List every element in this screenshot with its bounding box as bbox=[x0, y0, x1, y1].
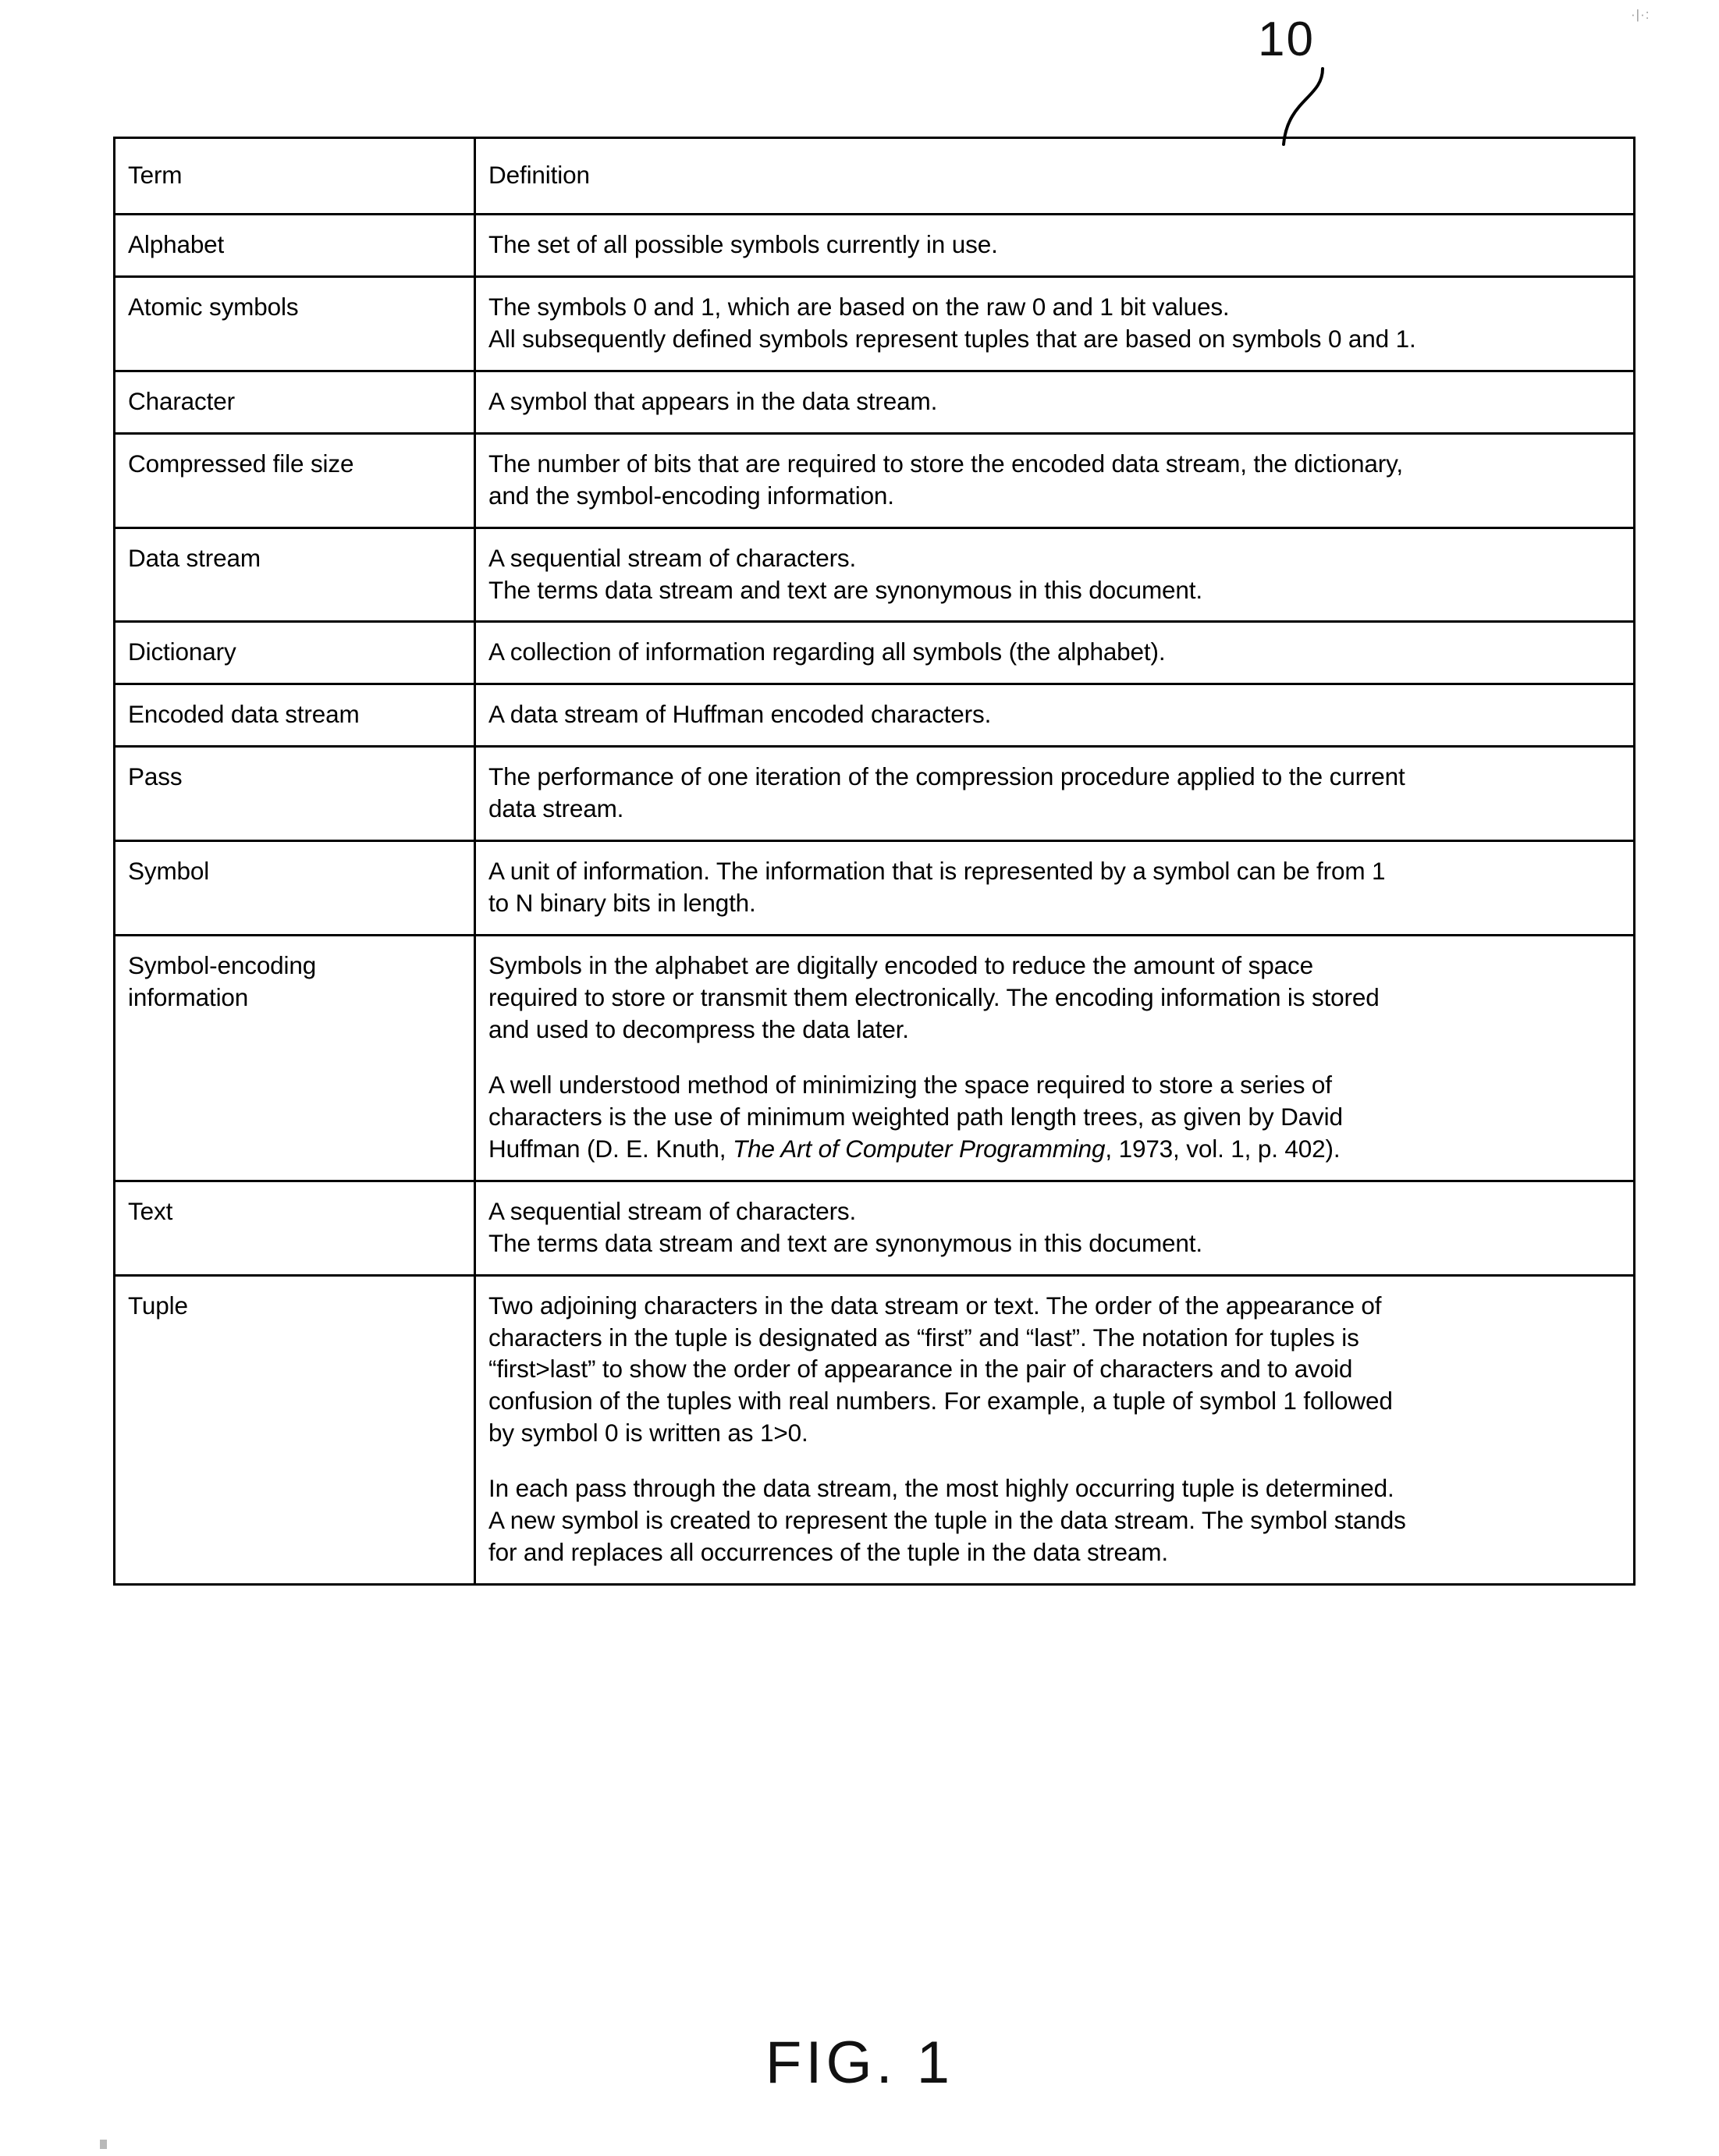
definition-line: required to store or transmit them elect… bbox=[488, 983, 1380, 1011]
definition-cell: A collection of information regarding al… bbox=[474, 620, 1636, 686]
definition-paragraph: A unit of information. The information t… bbox=[488, 855, 1621, 919]
table-row: Encoded data stream A data stream of Huff… bbox=[113, 683, 1636, 748]
definition-paragraph: A collection of information regarding al… bbox=[488, 636, 1621, 668]
definition-cell: A sequential stream of characters. The te… bbox=[474, 526, 1636, 623]
term-cell: Alphabet bbox=[113, 212, 476, 278]
table-row: Alphabet The set of all possible symbols … bbox=[113, 212, 1636, 278]
term-cell: Text bbox=[113, 1179, 476, 1277]
term-cell: Data stream bbox=[113, 526, 476, 623]
term-cell: Dictionary bbox=[113, 620, 476, 686]
definition-line: A symbol that appears in the data stream… bbox=[488, 386, 938, 415]
definition-cell: Two adjoining characters in the data str… bbox=[474, 1273, 1636, 1586]
definition-paragraph: Two adjoining characters in the data str… bbox=[488, 1290, 1621, 1450]
definition-cell: The number of bits that are required to … bbox=[474, 432, 1636, 529]
table-row: Atomic symbols The symbols 0 and 1, which… bbox=[113, 275, 1636, 372]
term-cell: Pass bbox=[113, 745, 476, 843]
table-row: Data stream A sequential stream of charac… bbox=[113, 526, 1636, 623]
definition-cell: A sequential stream of characters. The te… bbox=[474, 1179, 1636, 1277]
definition-line: confusion of the tuples with real number… bbox=[488, 1387, 1393, 1415]
definition-line: for and replaces all occurrences of the … bbox=[488, 1538, 1168, 1567]
definition-line: The set of all possible symbols currentl… bbox=[488, 229, 998, 258]
table-row: Tuple Two adjoining characters in the dat… bbox=[113, 1273, 1636, 1586]
definition-cell: The symbols 0 and 1, which are based on … bbox=[474, 275, 1636, 372]
definition-line: The performance of one iteration of the … bbox=[488, 762, 1405, 791]
definition-line: Huffman (D. E. Knuth, The Art of Compute… bbox=[488, 1134, 1341, 1163]
definition-line: and the symbol-encoding information. bbox=[488, 481, 894, 510]
table-row: Compressed file size The number of bits t… bbox=[113, 432, 1636, 529]
term-cell: Encoded data stream bbox=[113, 683, 476, 748]
definition-line: A unit of information. The information t… bbox=[488, 857, 1386, 886]
definition-line: The number of bits that are required to … bbox=[488, 449, 1403, 478]
definition-line: A sequential stream of characters. bbox=[488, 543, 857, 572]
term-cell: Compressed file size bbox=[113, 432, 476, 529]
table-row: Dictionary A collection of information re… bbox=[113, 620, 1636, 686]
table-row: Character A symbol that appears in the da… bbox=[113, 369, 1636, 435]
definition-line: A new symbol is created to represent the… bbox=[488, 1506, 1406, 1535]
term-cell: Tuple bbox=[113, 1273, 476, 1586]
definition-line: A collection of information regarding al… bbox=[488, 638, 1166, 666]
definition-line: Two adjoining characters in the data str… bbox=[488, 1291, 1382, 1320]
column-header-term: Term bbox=[113, 137, 476, 215]
definition-paragraph: The set of all possible symbols currentl… bbox=[488, 229, 1621, 261]
definition-paragraph: Symbols in the alphabet are digitally en… bbox=[488, 950, 1621, 1046]
definition-line: The terms data stream and text are synon… bbox=[488, 575, 1202, 604]
definition-paragraph: A sequential stream of characters. The te… bbox=[488, 1195, 1621, 1259]
table-row: Symbol A unit of information. The informa… bbox=[113, 840, 1636, 937]
definition-cell: The set of all possible symbols currentl… bbox=[474, 212, 1636, 278]
definition-line: Symbols in the alphabet are digitally en… bbox=[488, 951, 1313, 980]
reference-numeral-10: 10 bbox=[1258, 12, 1315, 66]
table-body: Alphabet The set of all possible symbols … bbox=[113, 212, 1636, 1586]
reference-numeral-group: 10 bbox=[1217, 8, 1545, 146]
definitions-table: Term Definition Alphabet The set of all p… bbox=[113, 137, 1636, 1586]
term-cell: Symbol bbox=[113, 840, 476, 937]
definition-line: A well understood method of minimizing t… bbox=[488, 1070, 1332, 1099]
definition-line: A data stream of Huffman encoded charact… bbox=[488, 700, 992, 729]
definition-paragraph: A symbol that appears in the data stream… bbox=[488, 385, 1621, 417]
column-header-definition: Definition bbox=[474, 137, 1636, 215]
definition-paragraph: In each pass through the data stream, th… bbox=[488, 1472, 1621, 1568]
figure-caption: FIG. 1 bbox=[765, 2030, 954, 2096]
definition-line: In each pass through the data stream, th… bbox=[488, 1474, 1394, 1503]
definition-line: data stream. bbox=[488, 794, 624, 823]
scan-artifact: ·|·: bbox=[1631, 7, 1650, 22]
definition-line: A sequential stream of characters. bbox=[488, 1196, 857, 1225]
definition-line: characters in the tuple is designated as… bbox=[488, 1323, 1359, 1351]
leader-line bbox=[1282, 67, 1324, 146]
definition-cell: The performance of one iteration of the … bbox=[474, 745, 1636, 843]
term-cell: Symbol-encoding information bbox=[113, 934, 476, 1182]
definition-cell: A unit of information. The information t… bbox=[474, 840, 1636, 937]
definition-line: and used to decompress the data later. bbox=[488, 1014, 909, 1043]
definition-paragraph: A well understood method of minimizing t… bbox=[488, 1069, 1621, 1165]
definition-paragraph: The symbols 0 and 1, which are based on … bbox=[488, 291, 1621, 355]
term-cell: Character bbox=[113, 369, 476, 435]
table-row: Pass The performance of one iteration of … bbox=[113, 745, 1636, 843]
definition-cell: A symbol that appears in the data stream… bbox=[474, 369, 1636, 435]
definition-cell: Symbols in the alphabet are digitally en… bbox=[474, 934, 1636, 1182]
table-header-row: Term Definition bbox=[113, 137, 1636, 215]
term-cell: Atomic symbols bbox=[113, 275, 476, 372]
table-row: Text A sequential stream of characters. Th… bbox=[113, 1179, 1636, 1277]
definition-paragraph: A data stream of Huffman encoded charact… bbox=[488, 698, 1621, 730]
definition-line: “first>last” to show the order of appear… bbox=[488, 1355, 1353, 1383]
definition-line: characters is the use of minimum weighte… bbox=[488, 1102, 1343, 1131]
definition-line: by symbol 0 is written as 1>0. bbox=[488, 1419, 808, 1447]
definition-line: The terms data stream and text are synon… bbox=[488, 1228, 1202, 1257]
definition-paragraph: The number of bits that are required to … bbox=[488, 448, 1621, 512]
definition-line: All subsequently defined symbols represe… bbox=[488, 324, 1416, 353]
definition-line: to N binary bits in length. bbox=[488, 889, 756, 918]
table-row: Symbol-encoding information Symbols in th… bbox=[113, 934, 1636, 1182]
definition-line: The symbols 0 and 1, which are based on … bbox=[488, 292, 1230, 321]
definition-paragraph: A sequential stream of characters. The te… bbox=[488, 542, 1621, 606]
scan-speck bbox=[100, 2140, 107, 2149]
definition-cell: A data stream of Huffman encoded charact… bbox=[474, 683, 1636, 748]
definition-paragraph: The performance of one iteration of the … bbox=[488, 761, 1621, 825]
